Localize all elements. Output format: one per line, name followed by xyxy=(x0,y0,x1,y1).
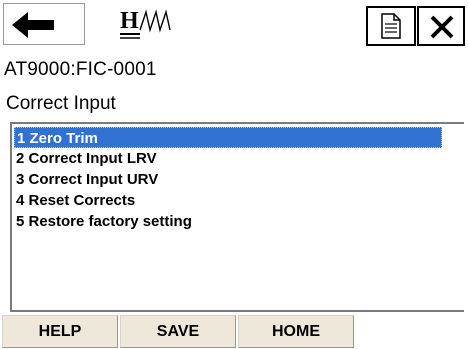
hart-communicator-screen: H AT9000:FIC-0001 Correct Input 1 Zero T… xyxy=(0,0,468,349)
menu-item-reset-corrects[interactable]: 4 Reset Corrects xyxy=(14,190,135,211)
menu-list: 1 Zero Trim 2 Correct Input LRV 3 Correc… xyxy=(10,122,464,312)
document-icon xyxy=(381,13,401,39)
menu-item-correct-input-urv[interactable]: 3 Correct Input URV xyxy=(14,169,158,190)
menu-item-zero-trim[interactable]: 1 Zero Trim xyxy=(14,127,442,148)
hart-logo-icon: H xyxy=(118,4,178,44)
home-button[interactable]: HOME xyxy=(238,315,354,348)
top-toolbar: H xyxy=(0,0,468,52)
close-x-icon xyxy=(430,15,454,39)
menu-item-restore-factory-setting[interactable]: 5 Restore factory setting xyxy=(14,211,192,232)
document-button[interactable] xyxy=(366,6,416,46)
help-button[interactable]: HELP xyxy=(2,315,118,348)
back-button[interactable] xyxy=(3,3,85,45)
save-button[interactable]: SAVE xyxy=(120,315,236,348)
svg-text:H: H xyxy=(120,8,139,34)
menu-item-correct-input-lrv[interactable]: 2 Correct Input LRV xyxy=(14,148,157,169)
close-button[interactable] xyxy=(417,6,465,46)
left-arrow-icon xyxy=(12,12,54,38)
device-tag: AT9000:FIC-0001 xyxy=(4,59,157,80)
menu-title: Correct Input xyxy=(6,93,116,114)
function-key-bar: HELP SAVE HOME xyxy=(0,313,468,349)
